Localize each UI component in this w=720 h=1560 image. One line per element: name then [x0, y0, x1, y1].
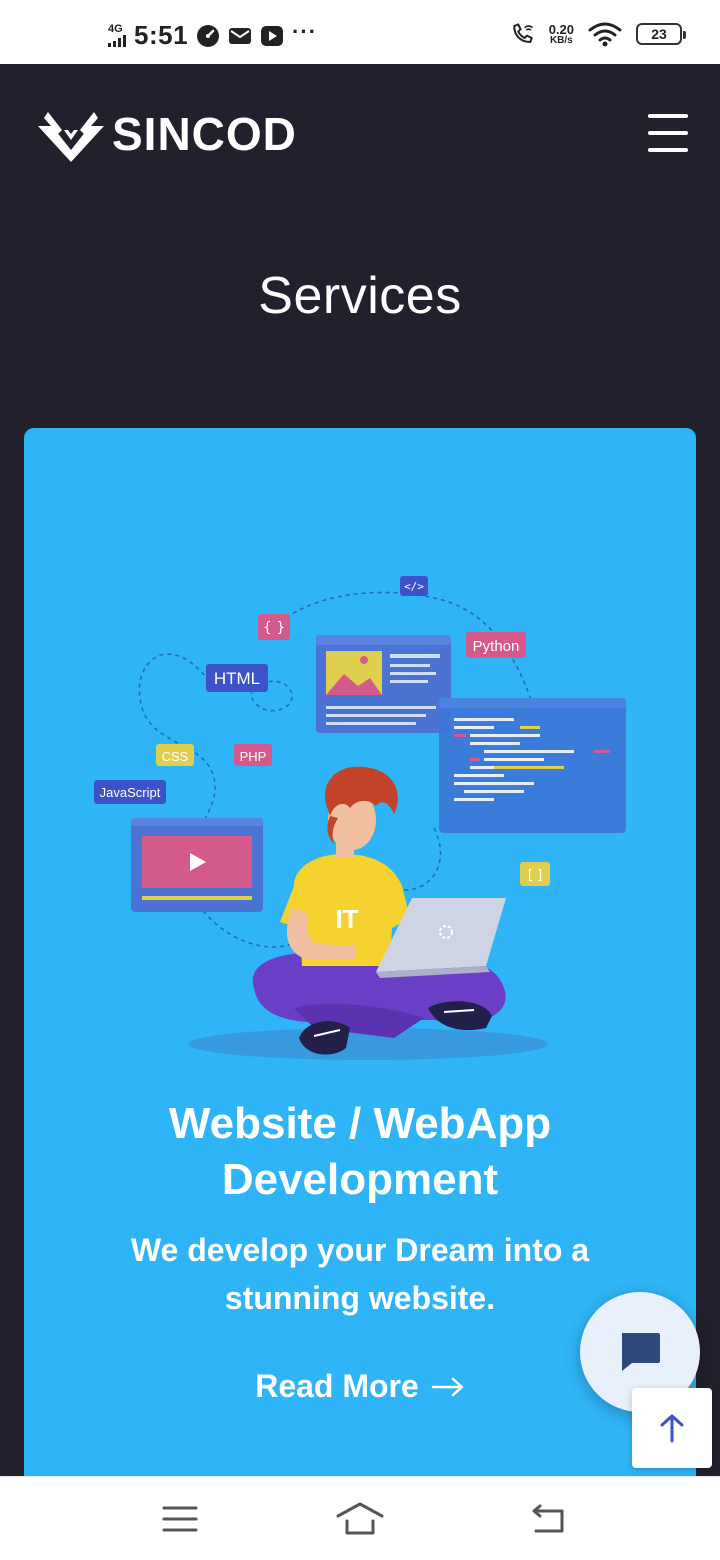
wifi-call-icon: [511, 22, 535, 46]
tag-php: PHP: [240, 749, 267, 764]
chat-bubble-icon: [622, 1333, 660, 1371]
brand-name: SINCOD: [112, 108, 297, 160]
logo[interactable]: SINCOD: [34, 104, 297, 164]
back-button[interactable]: [518, 1497, 578, 1541]
system-navigation-bar: [0, 1476, 720, 1560]
developer-illustration: </> { } Python HTML CSS PHP JavaScript […: [94, 576, 626, 1060]
status-time: 5:51: [134, 20, 189, 50]
home-icon: [336, 1502, 384, 1535]
read-more-label: Read More: [255, 1368, 419, 1404]
site-header: SINCOD: [0, 64, 720, 194]
tag-html: HTML: [214, 669, 260, 688]
scroll-to-top-button[interactable]: [632, 1388, 712, 1468]
menu-lines-icon: [162, 1506, 198, 1532]
tag-braces: { }: [263, 620, 285, 636]
mail-icon: [228, 24, 252, 48]
tag-brackets: [ ]: [528, 868, 542, 883]
network-speed: 0.20 KB/s: [548, 21, 574, 46]
section-title: Services: [258, 267, 462, 325]
service-description: We develop your Dream into a stunning we…: [130, 1232, 590, 1316]
tag-css: CSS: [162, 749, 189, 764]
wifi-icon: [588, 22, 622, 47]
battery-icon: 23: [636, 23, 686, 45]
sincod-logo-icon: [38, 112, 104, 162]
home-button[interactable]: [330, 1497, 390, 1541]
back-icon: [532, 1504, 564, 1533]
tag-javascript: JavaScript: [100, 785, 161, 800]
speedometer-icon: [196, 24, 220, 48]
arrow-right-icon: [431, 1377, 464, 1396]
hamburger-menu-icon[interactable]: [648, 114, 688, 152]
arrow-up-icon: [660, 1414, 684, 1443]
service-title: Website / WebApp Development: [168, 1099, 552, 1204]
status-bar: 4G 5:51 ··· 0.20 KB/s 23: [0, 0, 720, 64]
network-type: 4G: [108, 23, 123, 35]
more-dots-icon: ···: [292, 18, 318, 44]
signal-icon: 4G: [108, 24, 126, 47]
recent-apps-button[interactable]: [150, 1497, 210, 1541]
tag-code: </>: [404, 580, 424, 593]
tag-python: Python: [473, 638, 520, 655]
youtube-icon: [260, 24, 284, 48]
battery-level: 23: [651, 26, 667, 42]
shirt-text: IT: [335, 904, 358, 934]
